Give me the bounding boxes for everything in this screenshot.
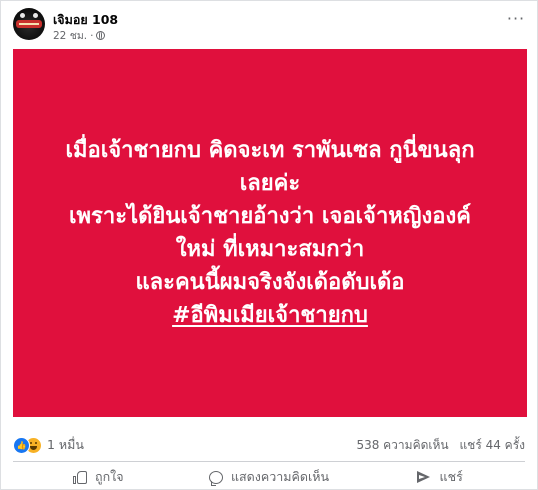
share-icon [416, 470, 432, 484]
like-button-label: ถูกใจ [95, 469, 124, 484]
reaction-icons[interactable] [13, 437, 43, 454]
post-meta: 22 ชม. · [53, 27, 106, 44]
post-text-line: ใหม่ ที่เหมาะสมกว่า [175, 237, 365, 262]
action-bar: ถูกใจ แสดงความคิดเห็น แชร์ [13, 465, 525, 489]
comment-button-label: แสดงความคิดเห็น [230, 469, 330, 484]
post-text-line: เพราะได้ยินเจ้าชายอ้างว่า เจอเจ้าหญิงองค… [69, 204, 471, 229]
divider [13, 461, 525, 462]
avatar[interactable] [13, 8, 45, 40]
engagement-stats: 538 ความคิดเห็น แชร์ 44 ครั้ง [356, 437, 525, 453]
hashtag-link[interactable]: #อีพิมเมียเจ้าชายกบ [172, 303, 368, 328]
share-button-label: แชร์ [439, 469, 463, 484]
channel-logo-icon [16, 20, 42, 28]
more-options-button[interactable]: ··· [505, 11, 527, 30]
globe-icon [96, 31, 106, 40]
comment-icon [208, 470, 223, 486]
avatar-logo-dot [20, 13, 25, 18]
post-text-line: เมื่อเจ้าชายกบ คิดจะเท ราพันเซล กูนี่ขนล… [65, 138, 475, 163]
post-time[interactable]: 22 ชม. [53, 30, 87, 42]
post-card: เจิมอย 108 22 ชม. · ··· เมื่อเจ้าชายกบ คิ… [0, 0, 538, 490]
post-text: เมื่อเจ้าชายกบ คิดจะเท ราพันเซล กูนี่ขนล… [50, 134, 490, 332]
share-count[interactable]: แชร์ 44 ครั้ง [459, 438, 525, 452]
post-text-line: และคนนี้ผมจริงจังเด้อดับเด้อ [135, 270, 405, 295]
comment-button[interactable]: แสดงความคิดเห็น [184, 465, 355, 489]
meta-separator: · [90, 30, 94, 42]
share-button[interactable]: แชร์ [354, 465, 525, 489]
post-text-panel: เมื่อเจ้าชายกบ คิดจะเท ราพันเซล กูนี่ขนล… [13, 49, 527, 417]
comment-count[interactable]: 538 ความคิดเห็น [356, 438, 448, 452]
post-header: เจิมอย 108 22 ชม. · ··· [13, 8, 527, 42]
thumbs-up-icon [73, 470, 88, 484]
reactions-row: 1 หมื่น 538 ความคิดเห็น แชร์ 44 ครั้ง [13, 437, 525, 455]
like-icon [13, 437, 30, 454]
reaction-count[interactable]: 1 หมื่น [47, 437, 84, 453]
like-button[interactable]: ถูกใจ [13, 465, 184, 489]
post-text-line: เลยค่ะ [239, 171, 301, 196]
avatar-logo-dot [33, 13, 38, 18]
